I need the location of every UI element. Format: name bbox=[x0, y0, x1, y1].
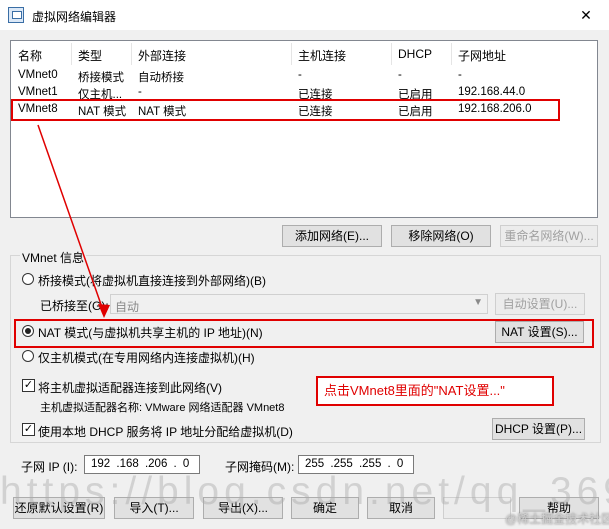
watermark-corner: @稀土掘金技术社区 bbox=[505, 512, 609, 526]
annotation-arrow-line bbox=[37, 124, 105, 314]
annotation-arrow bbox=[37, 124, 110, 318]
annotation-note: 点击VMnet8里面的"NAT设置..." bbox=[316, 376, 554, 406]
annotation-arrow-head bbox=[98, 304, 110, 318]
